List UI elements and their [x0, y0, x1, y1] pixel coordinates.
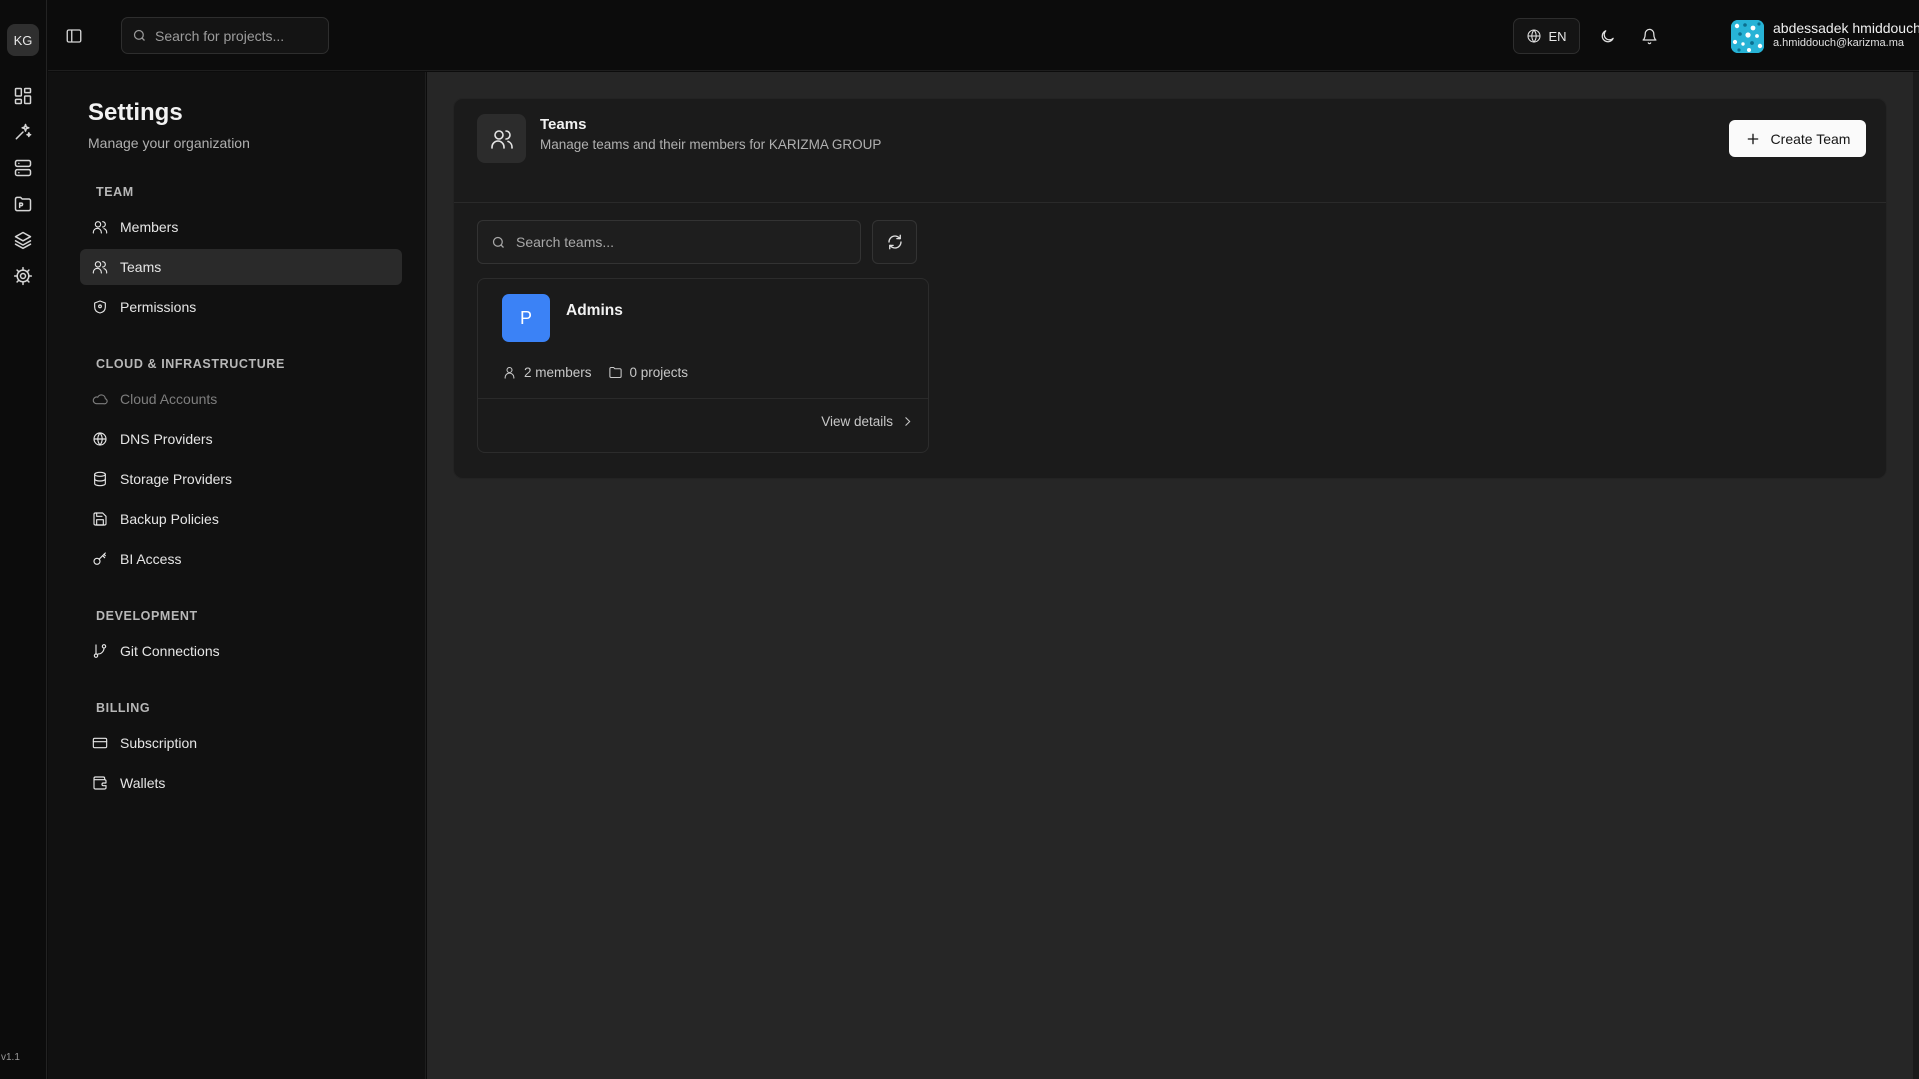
save-icon: [93, 512, 107, 526]
icon-rail: KG v1.1: [0, 0, 47, 1079]
divider: [478, 398, 928, 399]
section-label-team: TEAM: [96, 185, 134, 199]
view-details-label: View details: [821, 414, 893, 429]
users-icon: [92, 221, 108, 234]
globe-icon: [93, 432, 107, 446]
moon-icon[interactable]: [1595, 24, 1619, 48]
sidebar-item-dns-providers[interactable]: DNS Providers: [80, 421, 402, 457]
git-branch-icon: [93, 644, 107, 658]
team-search[interactable]: [477, 220, 861, 264]
project-search[interactable]: [121, 17, 329, 54]
sidebar-item-label: Cloud Accounts: [120, 391, 218, 407]
section-label-billing: BILLING: [96, 701, 151, 715]
language-label: EN: [1548, 28, 1567, 44]
section-label-development: DEVELOPMENT: [96, 609, 198, 623]
sidebar-item-teams[interactable]: Teams: [80, 249, 402, 285]
shield-icon: [94, 300, 106, 314]
main-content: Teams Manage teams and their members for…: [427, 72, 1919, 1079]
sidebar-item-wallets[interactable]: Wallets: [80, 765, 402, 801]
settings-sidebar: Settings Manage your organization TEAM M…: [48, 72, 426, 1079]
globe-icon: [1527, 29, 1542, 43]
sidebar-item-label: Members: [120, 219, 179, 235]
sidebar-item-label: Subscription: [120, 735, 198, 751]
page-subtitle: Manage your organization: [88, 135, 250, 151]
refresh-button[interactable]: [872, 220, 917, 264]
team-card[interactable]: P Admins 2 members 0 projects View detai…: [477, 278, 929, 453]
sidebar-item-members[interactable]: Members: [80, 209, 402, 245]
team-project-count: 0 projects: [629, 365, 689, 380]
sidebar-item-cloud-accounts: Cloud Accounts: [80, 381, 402, 417]
page-title: Settings: [88, 99, 183, 126]
user-icon: [504, 366, 515, 379]
app-version: v1.1: [1, 1052, 20, 1063]
panel-header: Teams Manage teams and their members for…: [454, 99, 1886, 203]
sidebar-item-label: DNS Providers: [120, 431, 213, 447]
sidebar-item-backup-policies[interactable]: Backup Policies: [80, 501, 402, 537]
user-name: abdessadek hmiddouch: [1773, 20, 1919, 36]
key-icon: [93, 552, 106, 565]
sidebar-item-label: Permissions: [120, 299, 197, 315]
team-icon: [92, 261, 108, 274]
sidebar-item-label: Storage Providers: [120, 471, 233, 487]
sidebar-item-label: Teams: [120, 259, 162, 275]
team-meta: 2 members 0 projects: [502, 365, 704, 380]
team-avatar: P: [502, 294, 550, 342]
cloud-icon: [92, 394, 108, 405]
teams-panel: Teams Manage teams and their members for…: [453, 98, 1887, 479]
credit-card-icon: [92, 737, 108, 749]
refresh-icon: [887, 234, 902, 250]
create-team-button[interactable]: Create Team: [1729, 120, 1866, 157]
project-search-input[interactable]: [155, 27, 315, 44]
section-title: Teams: [540, 116, 587, 133]
top-bar: EN abdess: [48, 0, 1919, 71]
sidebar-item-subscription[interactable]: Subscription: [80, 725, 402, 761]
database-icon: [94, 471, 106, 487]
sparkles-icon[interactable]: [11, 120, 35, 144]
folder-icon: [608, 366, 622, 379]
sidebar-toggle-icon[interactable]: [62, 24, 86, 48]
sidebar-item-git-connections[interactable]: Git Connections: [80, 633, 402, 669]
search-icon: [133, 29, 145, 41]
scrollbar[interactable]: [1913, 72, 1919, 1079]
server-icon[interactable]: [11, 156, 35, 180]
bell-icon[interactable]: [1637, 24, 1661, 48]
team-search-input[interactable]: [516, 234, 816, 250]
chevron-right-icon: [905, 417, 911, 426]
search-icon: [492, 236, 504, 248]
section-label-cloud: CLOUD & INFRASTRUCTURE: [96, 357, 285, 371]
language-switcher[interactable]: EN: [1513, 18, 1580, 54]
layers-icon[interactable]: [11, 228, 35, 252]
sidebar-item-storage-providers[interactable]: Storage Providers: [80, 461, 402, 497]
create-team-label: Create Team: [1770, 130, 1851, 147]
sidebar-item-label: BI Access: [120, 551, 182, 567]
dashboard-icon[interactable]: [11, 84, 35, 108]
wallet-icon: [93, 776, 107, 790]
user-menu[interactable]: abdessadek hmiddouch a.hmiddouch@karizma…: [1731, 18, 1919, 54]
sidebar-item-label: Backup Policies: [120, 511, 219, 527]
team-member-count: 2 members: [524, 365, 592, 380]
user-email: a.hmiddouch@karizma.ma: [1773, 37, 1904, 49]
team-name: Admins: [566, 302, 623, 319]
sidebar-item-label: Wallets: [120, 775, 166, 791]
section-subtitle: Manage teams and their members for KARIZ…: [540, 137, 882, 152]
plus-icon: [1747, 133, 1758, 144]
sidebar-item-permissions[interactable]: Permissions: [80, 289, 402, 325]
sidebar-item-label: Git Connections: [120, 643, 220, 659]
projects-folder-icon[interactable]: [11, 192, 35, 216]
view-details-link[interactable]: View details: [821, 414, 914, 429]
org-avatar[interactable]: KG: [7, 24, 39, 56]
sidebar-item-bi-access[interactable]: BI Access: [80, 541, 402, 577]
settings-gear-icon[interactable]: [11, 264, 35, 288]
avatar: [1731, 19, 1764, 53]
team-icon: [477, 114, 526, 163]
